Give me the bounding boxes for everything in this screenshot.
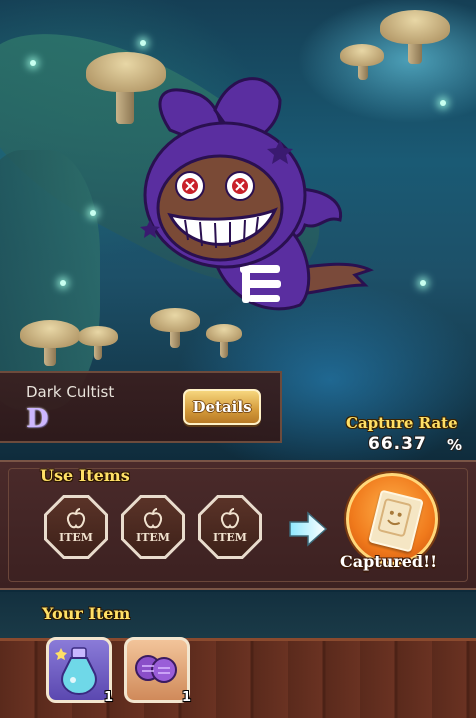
monster-face-icon <box>377 498 412 537</box>
monster-name: Dark Cultist <box>26 383 115 401</box>
item-slot-label: ITEM <box>136 531 170 544</box>
use-items-title: Use Items <box>40 466 130 485</box>
glow-particle <box>30 60 36 66</box>
glow-particle <box>90 210 96 216</box>
glow-particle <box>140 40 146 46</box>
potion-bottle-icon <box>55 647 97 696</box>
inventory-item-count: 1 <box>104 690 114 705</box>
apple-icon <box>66 508 86 529</box>
capture-rate-value: 66.37 <box>368 434 427 454</box>
mushroom <box>78 320 118 360</box>
glow-particle <box>60 280 66 286</box>
monster-info-panel: Dark Cultist D Details <box>0 371 282 443</box>
capture-rate-unit: % <box>447 436 463 454</box>
glow-particle <box>440 100 446 106</box>
details-button[interactable]: Details <box>183 389 261 425</box>
mushroom <box>20 310 80 370</box>
capture-rate-label: Capture Rate <box>346 414 458 432</box>
item-slot-label: ITEM <box>59 531 93 544</box>
inventory-item-count: 1 <box>182 690 192 705</box>
captured-label: Captured!! <box>340 552 438 571</box>
apple-icon <box>220 508 240 529</box>
mushroom <box>380 10 450 64</box>
apple-icon <box>143 508 163 529</box>
item-slot-label: ITEM <box>213 531 247 544</box>
your-items-title: Your Item <box>42 604 131 623</box>
arrow-right-icon <box>289 511 328 547</box>
monster-rank: D <box>26 404 49 434</box>
purple-orbs-icon <box>135 655 177 683</box>
dark-cultist-monster <box>140 77 374 311</box>
inventory-item-1[interactable] <box>46 637 112 703</box>
inventory-item-2[interactable] <box>124 637 190 703</box>
capture-card-icon <box>368 489 424 553</box>
glow-particle <box>420 280 426 286</box>
